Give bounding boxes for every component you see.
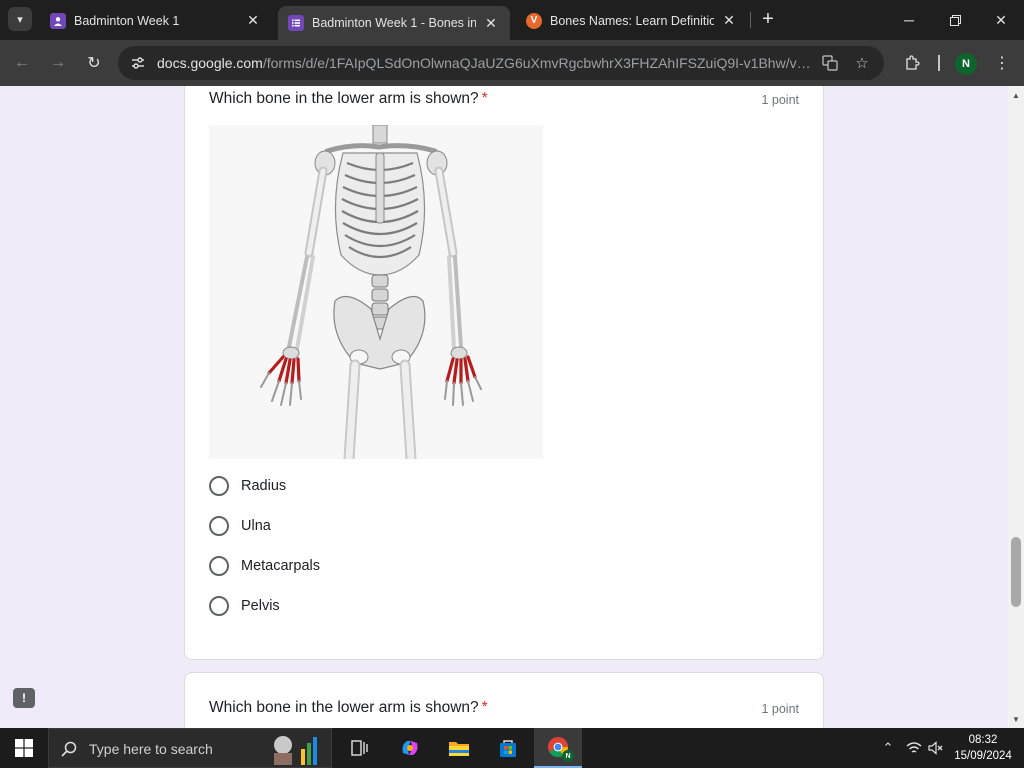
form-page: Which bone in the lower arm is shown? * 1… bbox=[0, 86, 1008, 728]
tab-divider bbox=[750, 12, 751, 28]
required-asterisk: * bbox=[481, 90, 488, 107]
tab-bones-names[interactable]: V Bones Names: Learn Definition, ✕ bbox=[516, 5, 748, 36]
tab-title: Badminton Week 1 - Bones in the bbox=[312, 16, 476, 30]
classroom-icon bbox=[50, 12, 66, 29]
forms-icon bbox=[288, 15, 304, 31]
new-tab-button[interactable]: + bbox=[756, 8, 780, 32]
question-points: 1 point bbox=[761, 93, 799, 107]
radio-button[interactable] bbox=[209, 556, 229, 576]
skeleton-illustration bbox=[260, 125, 482, 459]
url-host: docs.google.com bbox=[157, 55, 263, 71]
browser-toolbar: ← → ↻ docs.google.com/forms/d/e/1FAIpQLS… bbox=[0, 40, 1024, 86]
taskbar-search[interactable]: Type here to search bbox=[48, 728, 332, 768]
option-ulna[interactable]: Ulna bbox=[209, 514, 271, 538]
url-path: /forms/d/e/1FAIpQLSdOnOlwnaQJaUZG6uXmvRg… bbox=[262, 55, 812, 71]
tab-bones-quiz[interactable]: Badminton Week 1 - Bones in the ✕ bbox=[278, 6, 510, 40]
scroll-up-arrow-icon[interactable]: ▲ bbox=[1008, 88, 1024, 102]
search-icon bbox=[59, 739, 79, 759]
option-pelvis[interactable]: Pelvis bbox=[209, 594, 280, 618]
clock-time: 08:32 bbox=[968, 734, 998, 746]
forward-button[interactable]: → bbox=[46, 51, 70, 75]
toolbar-divider bbox=[938, 55, 940, 71]
start-button[interactable] bbox=[0, 728, 48, 768]
tab-close-icon[interactable]: ✕ bbox=[244, 12, 262, 29]
microsoft-store-icon[interactable] bbox=[484, 728, 532, 768]
option-radius[interactable]: Radius bbox=[209, 474, 286, 498]
feedback-icon[interactable]: ! bbox=[13, 688, 35, 708]
file-explorer-icon[interactable] bbox=[435, 728, 483, 768]
radio-button[interactable] bbox=[209, 476, 229, 496]
extensions-icon[interactable] bbox=[900, 51, 924, 75]
restore-button[interactable] bbox=[932, 0, 978, 40]
reload-button[interactable]: ↻ bbox=[82, 51, 106, 75]
tab-close-icon[interactable]: ✕ bbox=[720, 12, 738, 29]
bookmark-star-icon[interactable]: ☆ bbox=[852, 53, 872, 73]
vedantu-icon: V bbox=[526, 12, 542, 29]
tab-search-button[interactable]: ▾ bbox=[8, 7, 32, 31]
option-label: Pelvis bbox=[241, 598, 280, 614]
profile-avatar[interactable]: N bbox=[955, 53, 977, 75]
option-label: Ulna bbox=[241, 518, 271, 534]
question-title: Which bone in the lower arm is shown? * bbox=[209, 699, 488, 716]
minimize-button[interactable]: ─ bbox=[886, 0, 932, 40]
option-metacarpals[interactable]: Metacarpals bbox=[209, 554, 320, 578]
clock-date: 15/09/2024 bbox=[954, 750, 1012, 762]
question-card-2: Which bone in the lower arm is shown? * 1… bbox=[184, 672, 824, 728]
radio-button[interactable] bbox=[209, 516, 229, 536]
taskbar-clock[interactable]: 08:32 15/09/2024 bbox=[948, 732, 1018, 764]
page-scrollbar[interactable]: ▲ ▼ bbox=[1008, 86, 1024, 728]
question-title: Which bone in the lower arm is shown? * bbox=[209, 90, 488, 107]
radio-button[interactable] bbox=[209, 596, 229, 616]
tab-title: Badminton Week 1 bbox=[74, 13, 180, 28]
chrome-menu-icon[interactable]: ⋮ bbox=[990, 51, 1014, 75]
tab-badminton-week-1[interactable]: Badminton Week 1 ✕ bbox=[40, 5, 272, 36]
tab-strip: ▾ Badminton Week 1 ✕ Badminton Week 1 - … bbox=[0, 0, 1024, 40]
search-placeholder: Type here to search bbox=[89, 741, 213, 757]
chrome-profile-badge: N bbox=[562, 750, 574, 762]
skeleton-image bbox=[209, 125, 543, 459]
tab-close-icon[interactable]: ✕ bbox=[482, 15, 500, 32]
windows-taskbar: Type here to search N ⌃ 08:32 15/09/2024 bbox=[0, 728, 1024, 768]
url-text[interactable]: docs.google.com/forms/d/e/1FAIpQLSdOnOlw… bbox=[157, 55, 812, 71]
required-asterisk: * bbox=[481, 699, 488, 716]
scroll-thumb[interactable] bbox=[1011, 537, 1021, 607]
back-button[interactable]: ← bbox=[10, 51, 34, 75]
task-view-icon[interactable] bbox=[336, 728, 384, 768]
site-info-icon[interactable] bbox=[128, 53, 148, 73]
restore-icon bbox=[949, 14, 961, 26]
question-card-1: Which bone in the lower arm is shown? * 1… bbox=[184, 86, 824, 660]
option-label: Metacarpals bbox=[241, 558, 320, 574]
windows-logo-icon bbox=[15, 739, 33, 757]
volume-muted-icon[interactable] bbox=[926, 738, 946, 758]
close-window-button[interactable]: ✕ bbox=[978, 0, 1024, 40]
show-hidden-icons-icon[interactable]: ⌃ bbox=[878, 738, 898, 758]
chrome-taskbar-icon[interactable]: N bbox=[534, 728, 582, 768]
question-points: 1 point bbox=[761, 702, 799, 716]
network-icon[interactable] bbox=[904, 738, 924, 758]
address-bar[interactable]: docs.google.com/forms/d/e/1FAIpQLSdOnOlw… bbox=[118, 46, 884, 80]
scroll-down-arrow-icon[interactable]: ▼ bbox=[1008, 712, 1024, 726]
copilot-icon[interactable] bbox=[386, 728, 434, 768]
tab-title: Bones Names: Learn Definition, bbox=[550, 13, 714, 28]
search-highlight-image bbox=[267, 733, 323, 765]
option-label: Radius bbox=[241, 478, 287, 494]
translate-icon[interactable] bbox=[820, 53, 840, 73]
